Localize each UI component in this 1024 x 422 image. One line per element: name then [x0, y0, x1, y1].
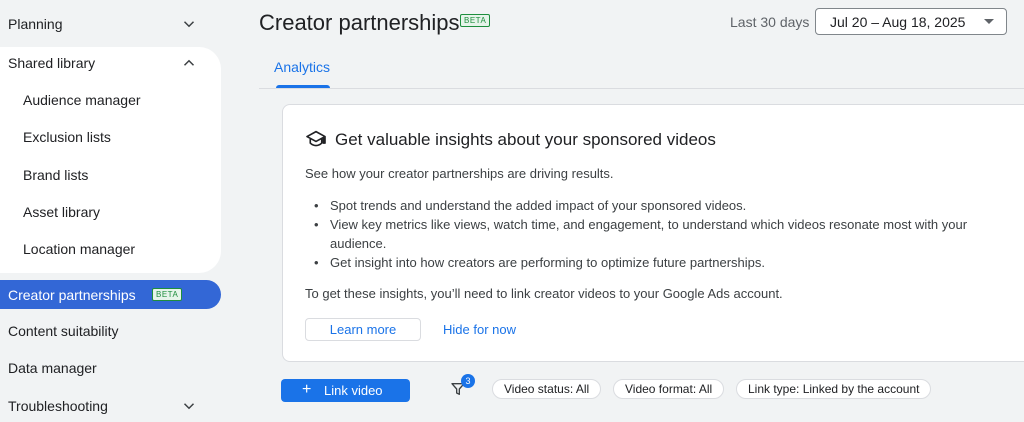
chevron-down-icon [180, 15, 198, 33]
page-title: Creator partnerships [259, 10, 460, 35]
card-heading: Get valuable insights about your sponsor… [335, 130, 716, 149]
chevron-up-icon [180, 54, 198, 72]
sidebar-item-exclusion-lists[interactable]: Exclusion lists [23, 129, 111, 145]
dropdown-caret-icon [984, 19, 994, 24]
plus-icon: + [302, 381, 312, 398]
link-type-chip[interactable]: Link type: Linked by the account [736, 379, 932, 399]
sidebar-item-audience-manager[interactable]: Audience manager [23, 92, 141, 108]
sidebar-item-asset-library[interactable]: Asset library [23, 204, 100, 220]
shared-library-panel: Shared library Audience manager Exclusio… [0, 47, 221, 273]
sidebar-item-location-manager[interactable]: Location manager [23, 241, 135, 257]
sidebar-item-label: Planning [8, 16, 63, 32]
date-range-picker[interactable]: Jul 20 – Aug 18, 2025 [815, 8, 1007, 35]
sidebar-item-data-manager[interactable]: Data manager [0, 358, 221, 378]
date-range-value: Jul 20 – Aug 18, 2025 [830, 14, 966, 30]
tab-divider [259, 88, 1024, 89]
hide-for-now-button[interactable]: Hide for now [443, 318, 516, 341]
sidebar-item-label: Shared library [8, 55, 96, 71]
filter-count-badge: 3 [461, 374, 475, 388]
insights-card: Get valuable insights about your sponsor… [282, 104, 1024, 362]
sidebar-item-label: Troubleshooting [8, 398, 108, 414]
link-video-button[interactable]: + Link video [281, 379, 410, 402]
card-intro: See how your creator partnerships are dr… [305, 166, 614, 181]
tab-analytics[interactable]: Analytics [259, 50, 330, 88]
sidebar-item-label: Data manager [8, 360, 97, 376]
date-range-label: Last 30 days [730, 14, 810, 30]
card-outro: To get these insights, you’ll need to li… [305, 286, 783, 301]
link-video-label: Link video [324, 383, 383, 398]
sidebar-item-shared-library[interactable]: Shared library [0, 53, 221, 73]
video-format-chip[interactable]: Video format: All [613, 379, 725, 399]
sidebar-item-creator-partnerships[interactable]: Creator partnerships BETA [0, 280, 221, 309]
tab-label: Analytics [274, 59, 331, 75]
list-item: Get insight into how creators are perfor… [305, 253, 1024, 272]
sidebar-item-label: Content suitability [8, 323, 119, 339]
sidebar-item-content-suitability[interactable]: Content suitability [0, 321, 221, 341]
learn-more-button[interactable]: Learn more [305, 318, 421, 341]
video-status-chip[interactable]: Video status: All [492, 379, 602, 399]
insights-list: Spot trends and understand the added imp… [305, 196, 1024, 272]
beta-badge: BETA [460, 14, 491, 27]
list-item: Spot trends and understand the added imp… [305, 196, 1024, 215]
sidebar-nav: Planning Shared library Audience manager… [0, 0, 232, 422]
graduation-cap-icon [306, 130, 326, 148]
beta-badge: BETA [152, 288, 183, 301]
chevron-down-icon [180, 397, 198, 415]
list-item: View key metrics like views, watch time,… [305, 215, 1024, 253]
sidebar-item-planning[interactable]: Planning [0, 14, 221, 34]
sidebar-item-troubleshooting[interactable]: Troubleshooting [0, 396, 221, 416]
sidebar-item-label: Creator partnerships [8, 287, 136, 303]
sidebar-item-brand-lists[interactable]: Brand lists [23, 167, 88, 183]
